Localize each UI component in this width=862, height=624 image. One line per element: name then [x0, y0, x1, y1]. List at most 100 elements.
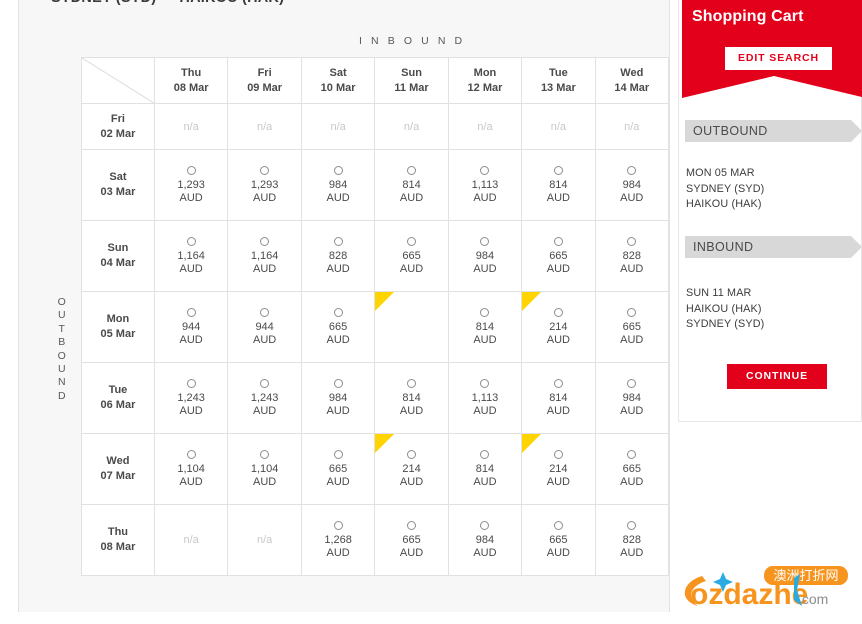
continue-button[interactable]: CONTINUE: [727, 364, 827, 389]
fare-cell[interactable]: 214 AUD: [374, 433, 449, 505]
fare-radio-icon[interactable]: [260, 236, 270, 246]
matrix-row-header-03-mar[interactable]: Sat 03 Mar: [81, 149, 155, 221]
fare-radio-icon[interactable]: [553, 307, 563, 317]
fare-radio-icon[interactable]: [480, 165, 490, 175]
fare-cell[interactable]: 665 AUD: [521, 220, 596, 292]
fare-cell[interactable]: 984 AUD: [447, 220, 523, 292]
fare-cell[interactable]: 1,243 AUD: [227, 362, 302, 434]
matrix-row-header-07-mar[interactable]: Wed 07 Mar: [81, 433, 155, 505]
fare-cell[interactable]: 1,104 AUD: [227, 433, 302, 505]
fare-radio-icon[interactable]: [407, 307, 417, 317]
fare-cell[interactable]: 1,293 AUD: [153, 149, 229, 221]
matrix-column-header-14-mar[interactable]: Wed 14 Mar: [594, 57, 669, 104]
fare-cell[interactable]: 1,164 AUD: [153, 220, 229, 292]
fare-radio-icon[interactable]: [186, 378, 196, 388]
fare-radio-icon[interactable]: [333, 520, 343, 530]
fare-cell[interactable]: 1,268 AUD: [300, 504, 376, 576]
fare-radio-icon[interactable]: [627, 449, 637, 459]
fare-radio-icon[interactable]: [333, 307, 343, 317]
fare-radio-icon[interactable]: [407, 520, 417, 530]
fare-radio-icon[interactable]: [627, 520, 637, 530]
fare-cell[interactable]: 814 AUD: [447, 291, 523, 363]
fare-cell[interactable]: 214 AUD: [374, 291, 449, 363]
matrix-row-header-06-mar[interactable]: Tue 06 Mar: [81, 362, 155, 434]
fare-radio-icon[interactable]: [260, 378, 270, 388]
fare-cell[interactable]: 828 AUD: [594, 220, 669, 292]
fare-cell[interactable]: 828 AUD: [300, 220, 376, 292]
fare-radio-icon[interactable]: [553, 236, 563, 246]
matrix-column-header-08-mar[interactable]: Thu 08 Mar: [153, 57, 229, 104]
fare-radio-icon[interactable]: [333, 165, 343, 175]
fare-radio-icon[interactable]: [407, 449, 417, 459]
fare-cell[interactable]: 214 AUD: [521, 291, 596, 363]
fare-radio-icon[interactable]: [480, 236, 490, 246]
fare-cell[interactable]: 665 AUD: [300, 291, 376, 363]
matrix-column-header-10-mar[interactable]: Sat 10 Mar: [300, 57, 376, 104]
fare-radio-icon[interactable]: [333, 378, 343, 388]
matrix-column-header-11-mar[interactable]: Sun 11 Mar: [374, 57, 449, 104]
fare-cell[interactable]: 984 AUD: [594, 362, 669, 434]
fare-radio-icon[interactable]: [260, 449, 270, 459]
fare-radio-icon[interactable]: [407, 236, 417, 246]
matrix-row-header-08-mar[interactable]: Thu 08 Mar: [81, 504, 155, 576]
fare-cell[interactable]: 814 AUD: [447, 433, 523, 505]
fare-radio-icon[interactable]: [407, 165, 417, 175]
fare-cell[interactable]: 1,243 AUD: [153, 362, 229, 434]
fare-radio-icon[interactable]: [553, 520, 563, 530]
fare-cell[interactable]: 214 AUD: [521, 433, 596, 505]
fare-radio-icon[interactable]: [480, 307, 490, 317]
matrix-row-header-05-mar[interactable]: Mon 05 Mar: [81, 291, 155, 363]
edit-search-button[interactable]: EDIT SEARCH: [725, 47, 832, 70]
fare-radio-icon[interactable]: [186, 165, 196, 175]
matrix-row-header-04-mar[interactable]: Sun 04 Mar: [81, 220, 155, 292]
fare-cell[interactable]: 828 AUD: [594, 504, 669, 576]
fare-cell[interactable]: 814 AUD: [374, 149, 449, 221]
fare-radio-icon[interactable]: [333, 449, 343, 459]
fare-radio-icon[interactable]: [186, 236, 196, 246]
fare-radio-icon[interactable]: [260, 165, 270, 175]
fare-cell[interactable]: 665 AUD: [594, 433, 669, 505]
fare-radio-icon[interactable]: [627, 236, 637, 246]
fare-cell[interactable]: 984 AUD: [300, 149, 376, 221]
fare-radio-icon[interactable]: [627, 378, 637, 388]
matrix-column-header-13-mar[interactable]: Tue 13 Mar: [521, 57, 596, 104]
matrix-column-header-09-mar[interactable]: Fri 09 Mar: [227, 57, 302, 104]
fare-cell[interactable]: 665 AUD: [374, 504, 449, 576]
fare-cell[interactable]: 665 AUD: [594, 291, 669, 363]
fare-cell[interactable]: 665 AUD: [300, 433, 376, 505]
fare-radio-icon[interactable]: [333, 236, 343, 246]
fare-cell[interactable]: 1,113 AUD: [447, 149, 523, 221]
matrix-header-row: Thu 08 Mar Fri 09 Mar Sat 10 Mar Sun 11 Mar Mon 1…: [81, 57, 669, 104]
fare-cell[interactable]: 1,113 AUD: [447, 362, 523, 434]
fare-currency: AUD: [326, 475, 350, 488]
fare-radio-icon[interactable]: [480, 520, 490, 530]
fare-cell[interactable]: 984 AUD: [300, 362, 376, 434]
fare-cell[interactable]: 814 AUD: [521, 149, 596, 221]
fare-cell[interactable]: 814 AUD: [521, 362, 596, 434]
fare-price: 214: [549, 462, 568, 475]
fare-radio-icon[interactable]: [553, 165, 563, 175]
fare-radio-icon[interactable]: [407, 378, 417, 388]
fare-radio-icon[interactable]: [186, 449, 196, 459]
fare-cell[interactable]: 984 AUD: [594, 149, 669, 221]
fare-cell[interactable]: 1,164 AUD: [227, 220, 302, 292]
matrix-row-header-02-mar[interactable]: Fri 02 Mar: [81, 103, 155, 150]
fare-radio-icon[interactable]: [186, 307, 196, 317]
fare-radio-icon[interactable]: [480, 449, 490, 459]
fare-cell[interactable]: 944 AUD: [153, 291, 229, 363]
fare-cell[interactable]: 944 AUD: [227, 291, 302, 363]
fare-radio-icon[interactable]: [260, 307, 270, 317]
fare-cell[interactable]: 665 AUD: [521, 504, 596, 576]
column-header-date: 14 Mar: [614, 81, 650, 94]
fare-cell[interactable]: 814 AUD: [374, 362, 449, 434]
fare-cell[interactable]: 1,104 AUD: [153, 433, 229, 505]
fare-cell[interactable]: 984 AUD: [447, 504, 523, 576]
fare-radio-icon[interactable]: [627, 165, 637, 175]
fare-cell[interactable]: 1,293 AUD: [227, 149, 302, 221]
fare-cell[interactable]: 665 AUD: [374, 220, 449, 292]
fare-radio-icon[interactable]: [553, 378, 563, 388]
matrix-column-header-12-mar[interactable]: Mon 12 Mar: [447, 57, 523, 104]
fare-radio-icon[interactable]: [627, 307, 637, 317]
fare-radio-icon[interactable]: [553, 449, 563, 459]
fare-radio-icon[interactable]: [480, 378, 490, 388]
